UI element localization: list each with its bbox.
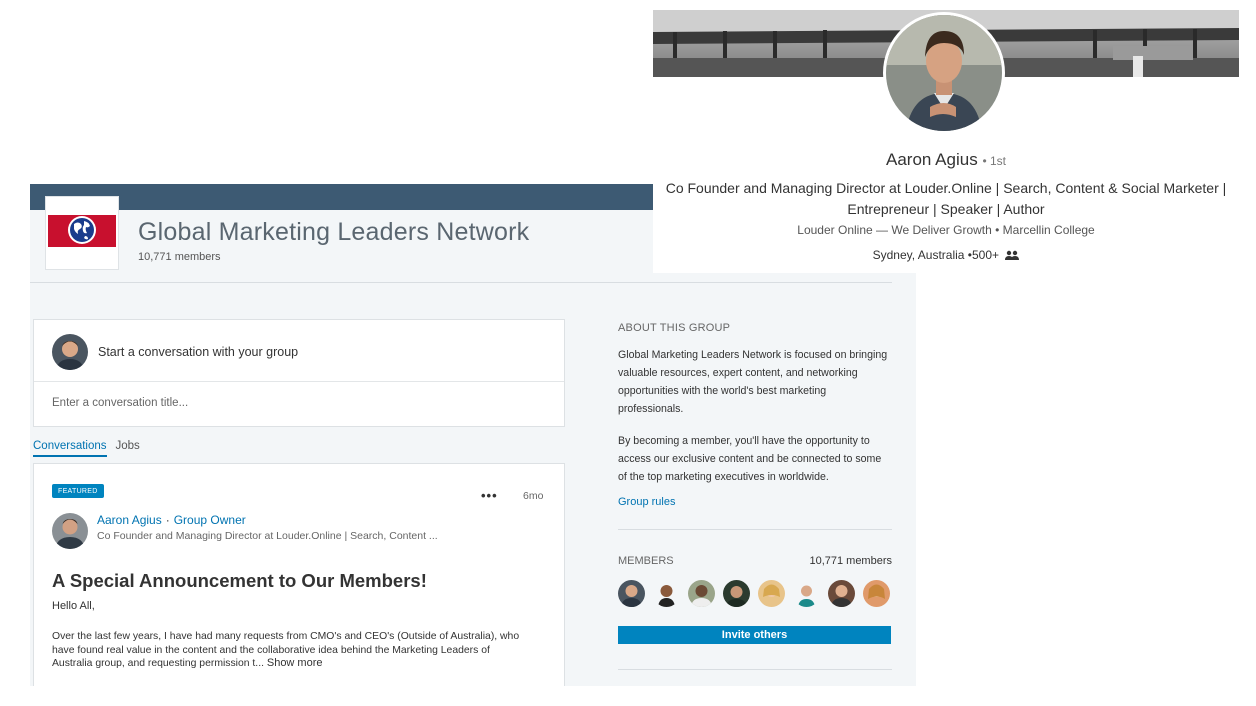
featured-badge: FEATURED	[52, 484, 104, 498]
author-avatar[interactable]	[52, 513, 88, 549]
profile-company-school: Louder Online — We Deliver Growth • Marc…	[797, 223, 1095, 237]
group-rules-link[interactable]: Group rules	[618, 496, 675, 508]
profile-location-line: Sydney, Australia •500+	[653, 248, 1239, 262]
member-avatar[interactable]	[688, 580, 715, 607]
about-description: Global Marketing Leaders Network is focu…	[618, 349, 888, 415]
avatar	[52, 334, 88, 370]
profile-location: Sydney, Australia	[872, 248, 965, 262]
group-member-count[interactable]: 10,771 members	[138, 251, 221, 263]
post-body: Over the last few years, I have had many…	[52, 630, 532, 671]
post-author: Aaron Agius · Group Owner Co Founder and M…	[52, 513, 438, 549]
author-name[interactable]: Aaron Agius	[97, 513, 162, 527]
member-avatar[interactable]	[863, 580, 890, 607]
divider	[618, 529, 892, 530]
profile-photo[interactable]	[883, 12, 1005, 134]
profile-card: Aaron Agius • 1st Co Founder and Managin…	[653, 10, 1239, 273]
connections-count[interactable]: •500+	[968, 248, 999, 262]
profile-name[interactable]: Aaron Agius	[886, 150, 978, 169]
member-avatar[interactable]	[793, 580, 820, 607]
members-heading: MEMBERS	[618, 555, 674, 567]
divider	[618, 669, 892, 670]
group-logo	[46, 197, 118, 269]
divider	[30, 282, 892, 283]
author-headline: Co Founder and Managing Director at Loud…	[97, 530, 438, 542]
members-count[interactable]: 10,771 members	[809, 555, 892, 567]
post-timestamp: 6mo	[523, 490, 544, 502]
start-conversation-row[interactable]: Start a conversation with your group	[52, 334, 298, 370]
featured-post: FEATURED ••• 6mo Aaron Agius · Group Owner…	[33, 463, 565, 686]
connection-degree: • 1st	[982, 154, 1006, 168]
start-conversation-card: Start a conversation with your group	[33, 319, 565, 427]
profile-headline: Co Founder and Managing Director at Loud…	[665, 180, 1227, 217]
post-title[interactable]: A Special Announcement to Our Members!	[52, 570, 427, 592]
about-membership-text: By becoming a member, you'll have the op…	[618, 435, 882, 483]
tab-jobs[interactable]: Jobs	[116, 440, 140, 457]
invite-others-button[interactable]: Invite others	[618, 626, 891, 644]
conversation-title-input[interactable]	[34, 382, 564, 424]
profile-name-line: Aaron Agius • 1st	[653, 150, 1239, 170]
member-avatar[interactable]	[758, 580, 785, 607]
member-avatar[interactable]	[618, 580, 645, 607]
start-conversation-label: Start a conversation with your group	[98, 345, 299, 359]
member-avatar[interactable]	[653, 580, 680, 607]
globe-logo-icon	[48, 215, 116, 247]
author-role: Group Owner	[173, 513, 246, 527]
post-greeting: Hello All,	[52, 600, 95, 612]
member-avatar[interactable]	[828, 580, 855, 607]
member-avatars	[618, 580, 898, 607]
separator-dot: ·	[165, 513, 170, 527]
group-title: Global Marketing Leaders Network	[138, 218, 530, 246]
about-heading: ABOUT THIS GROUP	[618, 322, 731, 334]
show-more-link[interactable]: Show more	[267, 657, 323, 669]
more-dots-icon[interactable]: •••	[481, 488, 498, 503]
conversation-tabs: Conversations Jobs	[33, 440, 149, 457]
people-icon	[1005, 251, 1020, 261]
tab-conversations[interactable]: Conversations	[33, 440, 107, 457]
member-avatar[interactable]	[723, 580, 750, 607]
